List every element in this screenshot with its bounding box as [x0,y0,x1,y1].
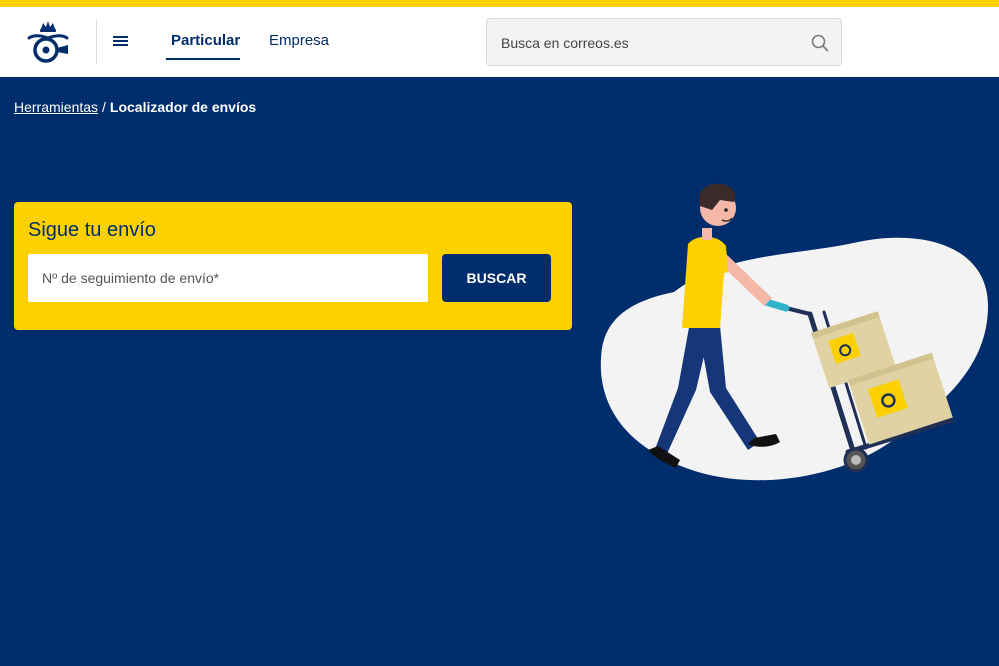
site-header: Particular Empresa [0,7,999,77]
tracking-card: Sigue tu envío BUSCAR [14,202,572,330]
breadcrumb: Herramientas / Localizador de envíos [14,99,256,115]
tracking-number-input[interactable] [28,254,428,302]
breadcrumb-link-herramientas[interactable]: Herramientas [14,99,98,115]
search-box [486,18,842,66]
breadcrumb-current: Localizador de envíos [109,99,257,115]
tracking-title: Sigue tu envío [28,219,156,241]
active-tab-indicator [166,58,240,60]
search-icon[interactable] [809,32,831,54]
header-divider [96,20,97,64]
tab-particular[interactable]: Particular [171,32,240,49]
tab-empresa[interactable]: Empresa [269,32,329,49]
hamburger-menu-icon[interactable] [110,30,134,54]
top-accent-strip [0,0,999,7]
correos-logo-icon[interactable] [24,19,72,65]
delivery-person-hand-truck-illustration [600,183,988,481]
search-tracking-button[interactable]: BUSCAR [442,254,551,302]
breadcrumb-separator: / [102,99,106,115]
search-input[interactable] [501,33,801,53]
